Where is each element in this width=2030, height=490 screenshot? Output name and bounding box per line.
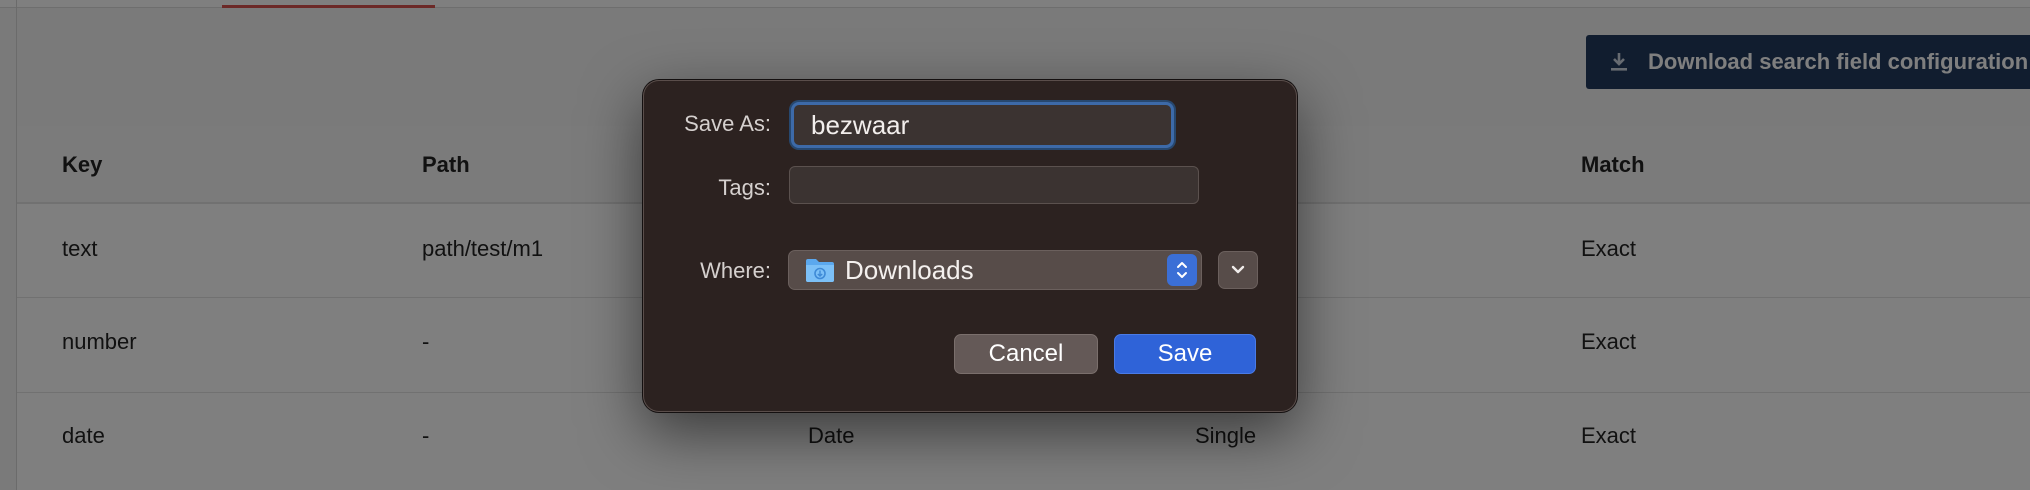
where-label: Where: (700, 258, 771, 283)
where-value: Downloads (845, 254, 974, 285)
where-location-select[interactable]: Downloads (788, 250, 1202, 290)
chevron-down-icon (1231, 265, 1245, 274)
up-down-chevron-icon (1177, 262, 1187, 278)
tags-input[interactable] (789, 166, 1199, 204)
tags-label: Tags: (718, 175, 771, 200)
save-as-label: Save As: (684, 111, 771, 136)
downloads-folder-icon (806, 259, 834, 282)
save-dialog: Save As: Tags: Where: Downloads Cancel S… (643, 80, 1297, 412)
save-button[interactable]: Save (1114, 334, 1256, 374)
cancel-button[interactable]: Cancel (954, 334, 1098, 374)
location-stepper[interactable] (1167, 254, 1197, 286)
expand-dialog-button[interactable] (1218, 251, 1258, 289)
save-as-input[interactable] (791, 102, 1174, 148)
